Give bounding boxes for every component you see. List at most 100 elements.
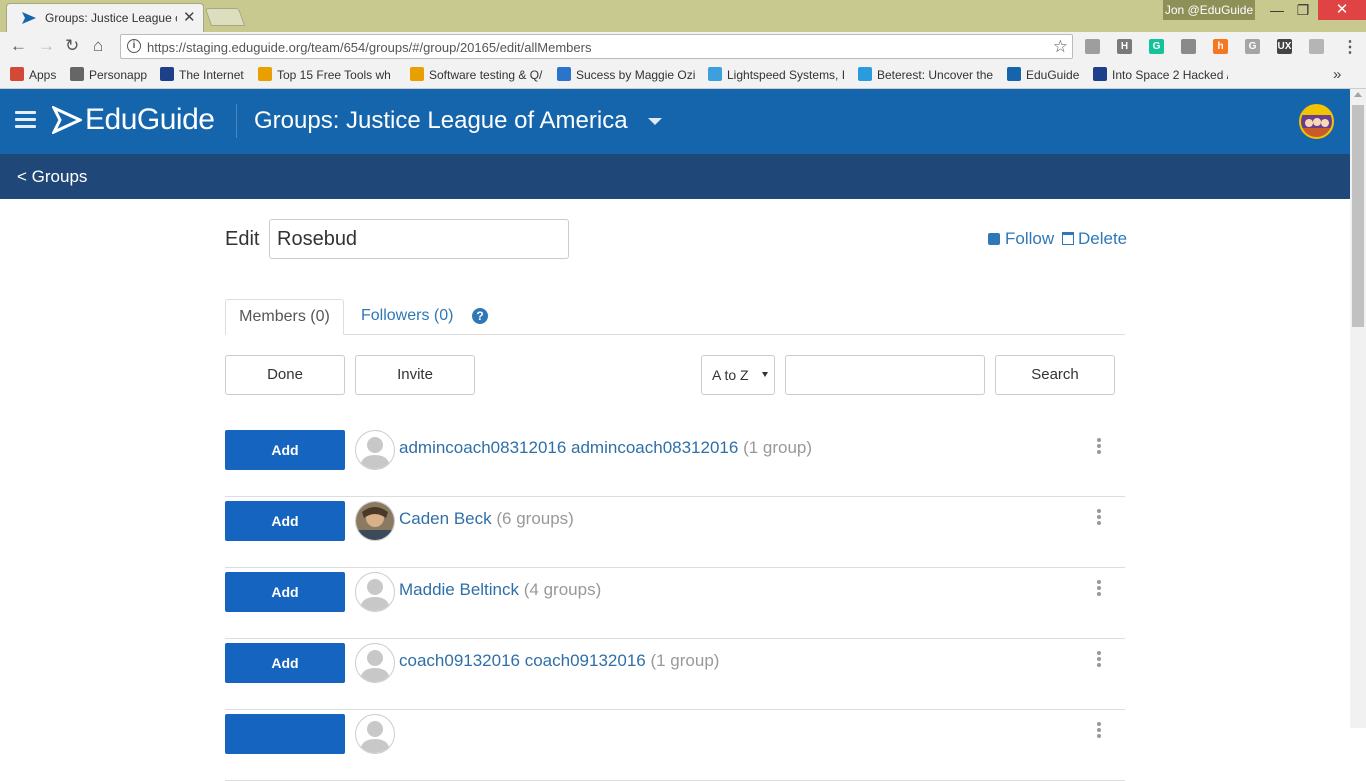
more-options-icon[interactable] [1097,580,1101,598]
url-text[interactable]: https://staging.eduguide.org/team/654/gr… [147,40,591,55]
bookmark-item[interactable]: The Internet [160,67,250,83]
more-options-icon[interactable] [1097,438,1101,456]
search-input[interactable] [785,355,985,395]
bookmark-label: The Internet [179,68,244,82]
help-icon[interactable]: ? [472,308,488,324]
page-scrollbar[interactable] [1350,89,1366,728]
member-group-count: (1 group) [743,438,813,457]
grammarly-ext-icon[interactable]: G [1149,39,1164,54]
tab-close-icon[interactable]: ✕ [183,8,196,26]
scroll-up-icon[interactable] [1354,92,1362,97]
hubspot-ext-icon[interactable]: h [1213,39,1228,54]
bookmark-favicon-icon [858,67,872,81]
bookmark-item[interactable]: Top 15 Free Tools wh [258,67,396,83]
more-options-icon[interactable] [1097,509,1101,527]
eduguide-favicon-icon [22,12,36,24]
search-button[interactable]: Search [995,355,1115,395]
member-avatar [355,430,395,470]
add-member-button[interactable]: Add [225,643,345,683]
add-member-button[interactable]: Add [225,501,345,541]
bookmark-label: Apps [29,68,57,82]
delete-label: Delete [1078,229,1128,248]
h-ext-icon[interactable]: H [1117,39,1132,54]
g-ext-icon[interactable]: G [1245,39,1260,54]
delete-link[interactable]: Delete [1062,229,1127,249]
new-tab-button[interactable] [204,8,246,26]
bookmark-label: EduGuide [1026,68,1080,82]
member-avatar [355,501,395,541]
bookmark-favicon-icon [160,67,174,81]
trash-icon [1062,232,1074,245]
browser-tab[interactable]: Groups: Justice League of ✕ [6,3,204,32]
bookmark-item[interactable]: EduGuide [1007,67,1082,83]
done-button[interactable]: Done [225,355,345,395]
sort-select[interactable]: A to Z [701,355,775,395]
more-options-icon[interactable] [1097,722,1101,740]
profile-name[interactable]: Jon @EduGuide [1163,0,1255,20]
chevron-down-icon[interactable] [648,118,662,125]
tab-followers[interactable]: Followers (0) [361,307,453,325]
user-avatar[interactable] [1299,104,1334,139]
add-member-button[interactable] [225,714,345,754]
member-row [225,710,1125,781]
bookmark-favicon-icon [70,67,84,81]
tab-members[interactable]: Members (0) [225,299,344,335]
globe-ext-icon[interactable] [1085,39,1100,54]
bookmark-label: Software testing & Q/ [429,68,543,82]
chrome-menu-icon[interactable]: ⋮ [1342,37,1358,57]
member-name: Caden Beck [399,509,492,528]
address-bar[interactable]: i https://staging.eduguide.org/team/654/… [120,34,1073,59]
page-title[interactable]: Groups: Justice League of America [254,107,628,135]
bookmark-favicon-icon [258,67,272,81]
checkbox-icon [988,233,1000,245]
restore-icon[interactable]: ❐ [1288,0,1318,20]
member-group-count: (4 groups) [523,580,602,599]
back-arrow-icon[interactable]: ← [10,36,27,56]
bookmark-item[interactable]: Lightspeed Systems, I [708,67,844,83]
scroll-thumb[interactable] [1352,105,1364,327]
bookmark-item[interactable]: Beterest: Uncover the [858,67,994,83]
bookmark-label: Sucess by Maggie Ozi [576,68,695,82]
eduguide-logo-mark-icon [52,106,82,134]
circle-ext-icon[interactable] [1309,39,1324,54]
tabs-divider [225,334,1125,335]
more-options-icon[interactable] [1097,651,1101,669]
bookmark-favicon-icon [10,67,24,81]
member-name-link[interactable]: coach09132016 coach09132016 (1 group) [399,651,719,671]
bookmark-label: Personapp [89,68,148,82]
forward-arrow-icon[interactable]: → [38,36,55,56]
bookmark-item[interactable]: Into Space 2 Hacked / [1093,67,1228,83]
bookmark-item[interactable]: Sucess by Maggie Ozi [557,67,695,83]
add-member-button[interactable]: Add [225,430,345,470]
add-member-button[interactable]: Add [225,572,345,612]
select-arrow-icon [762,372,768,377]
bookmarks-overflow-icon[interactable]: » [1333,66,1341,83]
bookmark-label: Beterest: Uncover the [877,68,994,82]
group-name-input[interactable] [269,219,569,259]
site-info-icon[interactable]: i [127,39,141,53]
member-name-link[interactable]: Maddie Beltinck (4 groups) [399,580,601,600]
member-name: Maddie Beltinck [399,580,520,599]
home-icon[interactable]: ⌂ [93,36,103,56]
bookmark-label: Into Space 2 Hacked / [1112,68,1228,82]
member-name-link[interactable]: admincoach08312016 admincoach08312016 (1… [399,438,812,458]
bookmark-label: Top 15 Free Tools wh [277,68,391,82]
bookmark-item[interactable]: Software testing & Q/ [410,67,546,83]
ux-ext-icon[interactable]: UX [1277,39,1292,54]
camera-ext-icon[interactable] [1181,39,1196,54]
invite-button[interactable]: Invite [355,355,475,395]
member-name-link[interactable]: Caden Beck (6 groups) [399,509,574,529]
browser-toolbar: ← → ↻ ⌂ i https://staging.eduguide.org/t… [0,32,1366,62]
hamburger-menu-icon[interactable] [15,111,36,129]
member-name: coach09132016 coach09132016 [399,651,646,670]
bookmark-item[interactable]: Personapp [70,67,150,83]
follow-link[interactable]: Follow [988,229,1054,249]
bookmark-star-icon[interactable]: ☆ [1053,37,1068,57]
back-to-groups-link[interactable]: < Groups [17,167,87,187]
avatar-image [1301,106,1332,137]
bookmark-favicon-icon [1007,67,1021,81]
member-group-count: (1 group) [650,651,720,670]
reload-icon[interactable]: ↻ [65,36,79,56]
window-close-icon[interactable]: ✕ [1318,0,1366,20]
bookmark-item[interactable]: Apps [10,67,60,83]
